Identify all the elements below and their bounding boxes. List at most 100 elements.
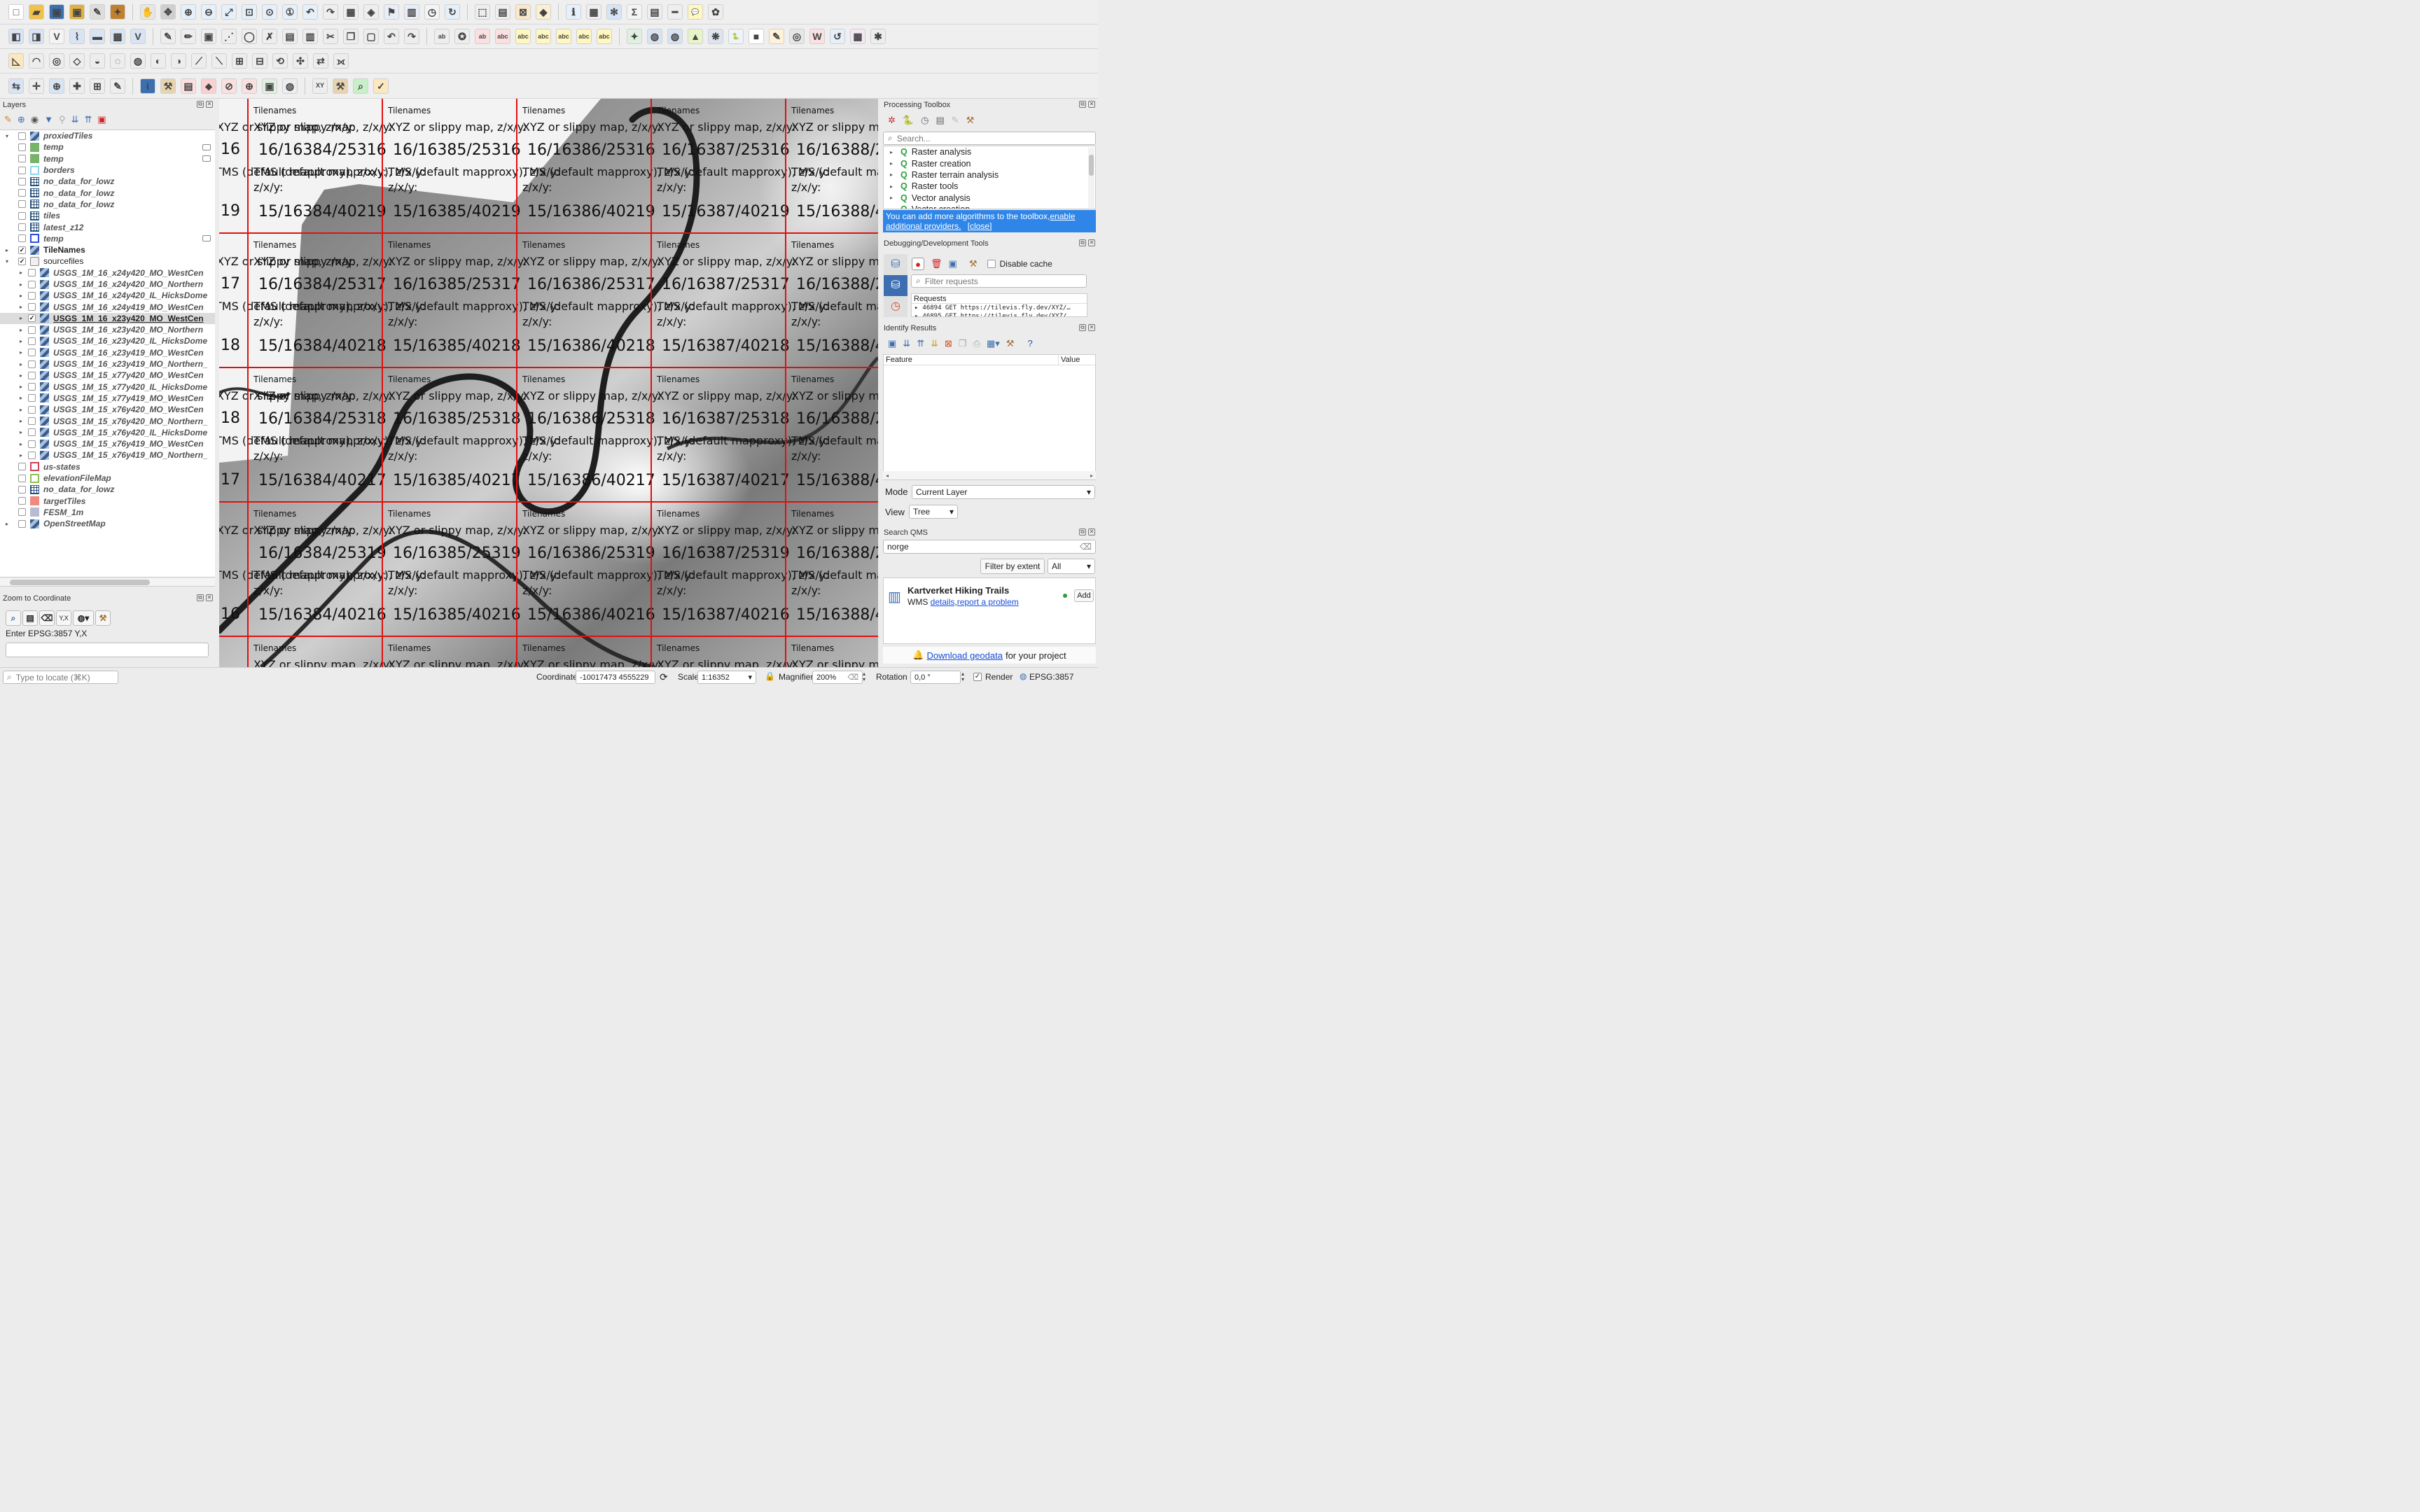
chevron-right-icon[interactable]: ▸	[17, 395, 25, 401]
zoom-in-icon[interactable]: ⊕	[181, 4, 196, 20]
swap-xy-button[interactable]: Y,X	[56, 610, 71, 626]
embedded-indicator-icon[interactable]	[202, 144, 211, 150]
help-icon[interactable]: ?	[1027, 338, 1032, 349]
label-settings-icon[interactable]: ✪	[454, 29, 470, 44]
move-feature-icon[interactable]: ⇆	[8, 78, 24, 94]
layer-item[interactable]: ▸ ✓ USGS_1M_16_x23y420_MO_WestCen	[0, 312, 215, 325]
chevron-right-icon[interactable]: ▸	[17, 349, 25, 356]
field-calculator-icon[interactable]: ✻	[606, 4, 622, 20]
redo-icon[interactable]: ↷	[404, 29, 419, 44]
identify-features-icon[interactable]: ℹ	[566, 4, 581, 20]
save-log-icon[interactable]: ▣	[949, 258, 957, 270]
layer-item[interactable]: FESM_1m	[0, 507, 215, 518]
zoom-next-icon[interactable]: ↷	[323, 4, 338, 20]
qms-search-icon[interactable]: ◍	[667, 29, 683, 44]
locate-icon[interactable]: ⌕	[353, 78, 368, 94]
layer-item[interactable]: no_data_for_lowz	[0, 484, 215, 495]
measure-icon[interactable]: ━	[667, 4, 683, 20]
chevron-right-icon[interactable]: ▸	[915, 313, 918, 316]
float-icon[interactable]: ⧉	[197, 101, 204, 108]
split-parts-icon[interactable]: ⟍	[211, 53, 227, 69]
split-features-icon[interactable]: ⟋	[191, 53, 207, 69]
clear-icon[interactable]: ⌫	[39, 610, 55, 626]
select-value-icon[interactable]: ▤	[495, 4, 510, 20]
results-icon[interactable]: ▤	[936, 115, 944, 126]
history-icon[interactable]: ◷	[921, 115, 929, 126]
layer-checkbox[interactable]	[28, 337, 36, 345]
layer-checkbox[interactable]	[18, 485, 26, 493]
expand-all-icon[interactable]: ⇊	[71, 114, 79, 127]
layer-item[interactable]: ▸ USGS_1M_15_x76y420_MO_WestCen	[0, 404, 215, 415]
new-mesh-layer-icon[interactable]: V	[130, 29, 146, 44]
new-geopackage-icon[interactable]: ◨	[29, 29, 44, 44]
add-group-icon[interactable]: ⊕	[18, 114, 25, 127]
paste-features-icon[interactable]: ▢	[363, 29, 379, 44]
layer-checkbox[interactable]	[28, 326, 36, 334]
network-plugin-icon[interactable]: ✱	[870, 29, 886, 44]
pin-labels-icon[interactable]: abc	[515, 29, 531, 44]
zoom-last-icon[interactable]: ↶	[302, 4, 318, 20]
crs-globe-icon[interactable]: ◍	[1020, 671, 1027, 681]
print-icon[interactable]: ⎙	[973, 338, 980, 349]
col-value[interactable]: Value	[1059, 355, 1080, 365]
copy-feature-icon[interactable]: ❐	[959, 338, 967, 349]
tools-icon[interactable]: ⚒	[333, 78, 348, 94]
python-console-icon[interactable]: 🐍	[728, 29, 744, 44]
new-spatialite-icon[interactable]: ⌇	[69, 29, 85, 44]
globe-grid-icon[interactable]: ◍	[282, 78, 298, 94]
database-icon[interactable]: ⛁	[884, 275, 908, 296]
processing-group-item[interactable]: ▸ Q Raster tools	[884, 181, 1095, 192]
pan-to-selection-icon[interactable]: ✥	[160, 4, 176, 20]
manage-visibility-icon[interactable]: ◉	[31, 114, 39, 127]
layer-item[interactable]: ▸ USGS_1M_15_x77y420_IL_HicksDome	[0, 382, 215, 393]
save-edits-icon[interactable]: ▣	[201, 29, 216, 44]
delete-part-icon[interactable]: ◍	[130, 53, 146, 69]
qms-result-item[interactable]: ▥ Kartverket Hiking Trails WMS details,r…	[886, 584, 1094, 612]
layer-checkbox[interactable]	[28, 360, 36, 368]
layer-labeling-icon[interactable]: ab	[475, 29, 490, 44]
filter-legend-icon[interactable]: ▼	[44, 114, 53, 127]
scripts-icon[interactable]: 🐍	[903, 115, 914, 126]
chevron-right-icon[interactable]: ▸	[17, 372, 25, 379]
merge-features-icon[interactable]: ⊞	[232, 53, 247, 69]
layer-item[interactable]: ▸ USGS_1M_15_x76y419_MO_Northern_	[0, 449, 215, 461]
new-map-view-icon[interactable]: ▦	[343, 4, 359, 20]
network-logger-icon[interactable]: ⛁	[884, 254, 908, 275]
clear-search-icon[interactable]: ⌫	[1080, 542, 1092, 552]
clear-results-icon[interactable]: ⊠	[945, 338, 952, 349]
chevron-right-icon[interactable]: ▸	[17, 452, 25, 458]
layer-item[interactable]: ▾ ✓ sourcefiles	[0, 255, 215, 267]
open-attribute-icon[interactable]: ▤	[647, 4, 662, 20]
show-hide-labels-icon[interactable]: abc	[536, 29, 551, 44]
copy-features-icon[interactable]: ❐	[343, 29, 359, 44]
processing-group-item[interactable]: ▸ Q Raster creation	[884, 158, 1095, 169]
deselect-all-icon[interactable]: ⊠	[515, 4, 531, 20]
record-icon[interactable]: ●	[912, 258, 924, 270]
col-feature[interactable]: Feature	[884, 355, 1059, 365]
layer-item[interactable]: ▸ USGS_1M_15_x77y419_MO_WestCen	[0, 393, 215, 404]
refresh-icon[interactable]: ↻	[445, 4, 460, 20]
remove-layer-icon[interactable]: ▣	[97, 114, 106, 127]
layer-checkbox[interactable]	[18, 177, 26, 186]
data-source-manager-icon[interactable]: ◧	[8, 29, 24, 44]
layer-item[interactable]: ▸ USGS_1M_15_x76y420_IL_HicksDome	[0, 427, 215, 438]
style-manager-icon[interactable]: ✦	[110, 4, 125, 20]
select-mode-icon[interactable]: ▦▾	[987, 338, 1000, 349]
layer-item[interactable]: ▸ USGS_1M_16_x23y419_MO_WestCen	[0, 347, 215, 358]
layer-item[interactable]: ▸ ✓ TileNames	[0, 244, 215, 255]
rotation-field[interactable]: 0,0 °	[910, 671, 961, 684]
chevron-right-icon[interactable]: ▸	[3, 247, 11, 253]
layer-checkbox[interactable]	[18, 132, 26, 140]
pin-icon[interactable]: ⬥	[201, 78, 216, 94]
advanced-digitizing-icon[interactable]: ◺	[8, 53, 24, 69]
document-icon[interactable]: ▤	[181, 78, 196, 94]
map-tips-icon[interactable]: 💬	[688, 4, 703, 20]
layer-item[interactable]: ▸ USGS_1M_16_x24y420_MO_WestCen	[0, 267, 215, 279]
info-icon[interactable]: i	[140, 78, 155, 94]
save-project-icon[interactable]: ▣	[49, 4, 64, 20]
show-bookmarks-icon[interactable]: ▥	[404, 4, 419, 20]
layer-item[interactable]: ▸ USGS_1M_16_x24y420_IL_HicksDome	[0, 290, 215, 301]
layer-item[interactable]: ▸ USGS_1M_16_x24y420_MO_Northern	[0, 279, 215, 290]
render-checkbox[interactable]: ✓	[973, 673, 982, 681]
filter-requests-input[interactable]: ⌕ Filter requests	[911, 274, 1087, 288]
